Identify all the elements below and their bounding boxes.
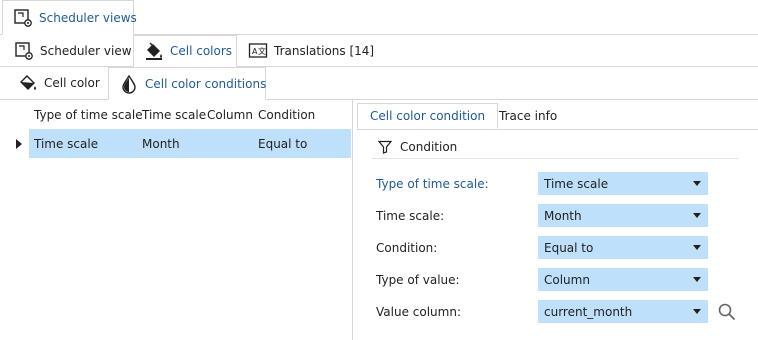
tab-label: Cell color [44, 76, 100, 90]
type-of-value-select[interactable]: Column [538, 268, 708, 291]
type-of-time-scale-select[interactable]: Time scale [538, 172, 708, 195]
scheduler-view-icon [14, 41, 34, 61]
section-divider [372, 158, 738, 159]
tab-label: Cell color condition [370, 109, 486, 123]
tab-cell-colors[interactable]: Cell colors [133, 35, 237, 67]
column-header[interactable]: Column [207, 108, 253, 122]
tab-trace-info[interactable]: Trace info [487, 103, 569, 129]
color-tab-bar: Cell color Cell color conditions [0, 67, 758, 100]
field-label-type-of-time-scale: Type of time scale: [376, 177, 489, 191]
tab-label: Scheduler views [39, 10, 137, 25]
cell-condition: Equal to [258, 137, 308, 151]
field-label-condition: Condition: [376, 241, 438, 255]
value-column-select[interactable]: current_month [538, 300, 708, 323]
tab-cell-color[interactable]: Cell color [8, 67, 110, 99]
field-label-time-scale: Time scale: [376, 209, 445, 223]
select-value: Month [544, 208, 582, 223]
grid-header: Type of time scale Time scale Column Con… [0, 100, 352, 128]
select-value: Time scale [544, 176, 609, 191]
select-value: Equal to [544, 240, 594, 255]
tab-label: Scheduler view [40, 43, 132, 58]
chevron-down-icon [693, 213, 701, 218]
top-tab-bar: Scheduler views [0, 0, 758, 35]
chevron-down-icon [693, 181, 701, 186]
tab-cell-color-conditions[interactable]: Cell color conditions [108, 67, 266, 100]
table-row[interactable]: Time scale Month Equal to [29, 129, 351, 158]
field-label-value-column: Value column: [376, 305, 461, 319]
tab-scheduler-views[interactable]: Scheduler views [2, 0, 137, 35]
chevron-down-icon [693, 277, 701, 282]
translate-icon: A文 [248, 41, 268, 61]
panel-divider[interactable] [352, 100, 353, 340]
chevron-down-icon [693, 245, 701, 250]
tab-translations[interactable]: A文 Translations [14] [238, 35, 384, 66]
condition-select[interactable]: Equal to [538, 236, 708, 259]
tab-cell-color-condition[interactable]: Cell color condition [357, 103, 499, 129]
column-header[interactable]: Condition [258, 108, 315, 122]
cell-type-of-time-scale: Time scale [34, 137, 99, 151]
paint-bucket-icon [144, 41, 164, 61]
paint-bucket-icon [18, 73, 38, 93]
select-value: Column [544, 272, 590, 287]
view-tab-bar: Scheduler view Cell colors A文 Translatio… [0, 35, 758, 67]
tab-label: Cell color conditions [145, 76, 267, 91]
svg-text:文: 文 [258, 46, 266, 56]
section-title: Condition [400, 140, 458, 154]
time-scale-select[interactable]: Month [538, 204, 708, 227]
condition-section-header[interactable]: Condition [378, 140, 457, 154]
tab-label: Trace info [499, 109, 558, 123]
chevron-down-icon [693, 309, 701, 314]
detail-tab-divider [357, 129, 758, 130]
field-label-type-of-value: Type of value: [376, 273, 460, 287]
tab-label: Cell colors [170, 44, 233, 58]
drop-icon [119, 74, 139, 94]
column-header[interactable]: Time scale [142, 108, 206, 122]
tab-scheduler-view[interactable]: Scheduler view [4, 35, 142, 66]
column-header[interactable]: Type of time scale [34, 108, 143, 122]
scheduler-view-icon [13, 8, 33, 28]
tab-label: Translations [14] [274, 43, 375, 58]
row-indicator-icon [16, 139, 22, 149]
select-value: current_month [544, 304, 633, 319]
filter-icon [378, 140, 392, 154]
search-icon[interactable] [717, 302, 737, 322]
cell-time-scale: Month [142, 137, 180, 151]
